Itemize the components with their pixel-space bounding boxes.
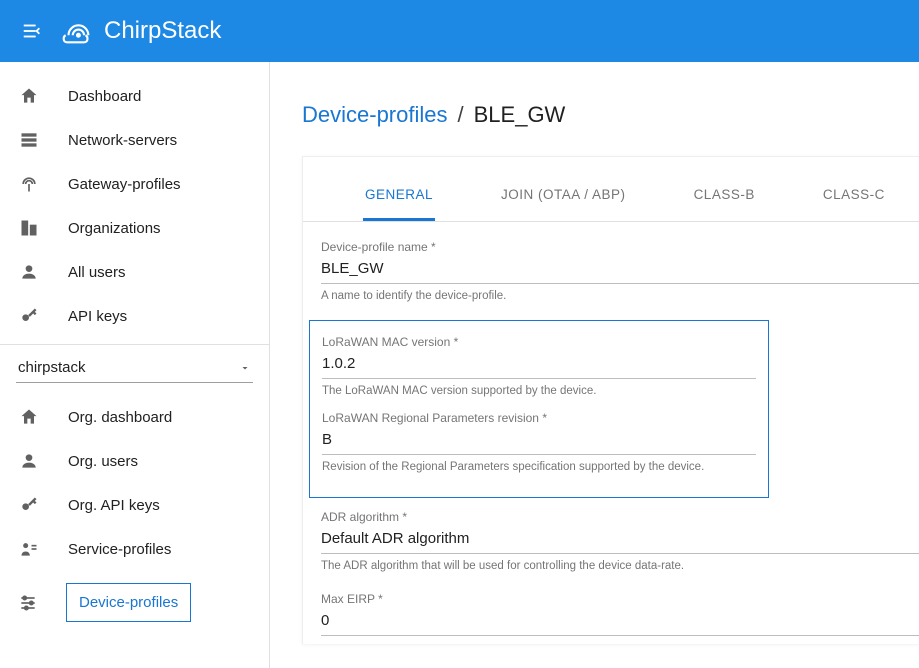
sidebar-item-label: Org. users	[68, 453, 138, 470]
tab-general[interactable]: GENERAL	[363, 179, 435, 221]
sidebar-item-label: Dashboard	[68, 88, 141, 105]
key-icon	[18, 306, 40, 326]
antenna-icon	[18, 174, 40, 194]
device-profile-name-input[interactable]: BLE_GW	[321, 260, 919, 284]
highlighted-region: LoRaWAN MAC version * 1.0.2 The LoRaWAN …	[309, 320, 769, 498]
sidebar-row-device-profiles: Device-profiles	[0, 571, 269, 622]
breadcrumb-parent[interactable]: Device-profiles	[302, 102, 448, 128]
key-icon	[18, 495, 40, 515]
sidebar-item-label: All users	[68, 264, 126, 281]
max-eirp-input[interactable]: 0	[321, 612, 919, 636]
tab-class-b[interactable]: CLASS-B	[692, 179, 757, 221]
field-help: The ADR algorithm that will be used for …	[321, 560, 919, 572]
home-icon	[18, 407, 40, 427]
sidebar-item-org-dashboard[interactable]: Org. dashboard	[0, 395, 269, 439]
sidebar-item-organizations[interactable]: Organizations	[0, 206, 269, 250]
main-content: Device-profiles / BLE_GW GENERAL JOIN (O…	[270, 62, 919, 668]
sidebar-item-label: Service-profiles	[68, 541, 171, 558]
tab-class-c[interactable]: CLASS-C	[821, 179, 887, 221]
org-icon	[18, 218, 40, 238]
sidebar-item-label: Org. dashboard	[68, 409, 172, 426]
user-icon	[18, 262, 40, 282]
sidebar-item-dashboard[interactable]: Dashboard	[0, 74, 269, 118]
sidebar-item-label: API keys	[68, 308, 127, 325]
mac-version-select[interactable]: 1.0.2	[322, 355, 756, 379]
field-regional-revision: LoRaWAN Regional Parameters revision * B…	[322, 411, 756, 481]
field-adr-algorithm: ADR algorithm * Default ADR algorithm Th…	[321, 510, 919, 580]
org-selector[interactable]: chirpstack	[16, 353, 253, 383]
sidebar-item-label: Org. API keys	[68, 497, 160, 514]
field-help: The LoRaWAN MAC version supported by the…	[322, 385, 756, 397]
regional-revision-select[interactable]: B	[322, 431, 756, 455]
sidebar-item-network-servers[interactable]: Network-servers	[0, 118, 269, 162]
sidebar-item-label: Device-profiles	[79, 594, 178, 611]
sidebar-item-label: Network-servers	[68, 132, 177, 149]
breadcrumb: Device-profiles / BLE_GW	[302, 102, 919, 128]
sidebar-item-gateway-profiles[interactable]: Gateway-profiles	[0, 162, 269, 206]
sidebar-toggle-icon[interactable]	[20, 19, 44, 43]
adr-algorithm-select[interactable]: Default ADR algorithm	[321, 530, 919, 554]
tune-icon	[18, 593, 38, 613]
app-logo: ChirpStack	[60, 14, 221, 48]
field-help: Revision of the Regional Parameters spec…	[322, 461, 756, 473]
breadcrumb-current: BLE_GW	[474, 102, 566, 128]
device-profile-form: Device-profile name * BLE_GW A name to i…	[303, 222, 919, 644]
sidebar-item-all-users[interactable]: All users	[0, 250, 269, 294]
form-card: GENERAL JOIN (OTAA / ABP) CLASS-B CLASS-…	[302, 156, 919, 644]
user-icon	[18, 451, 40, 471]
field-label: LoRaWAN MAC version *	[322, 335, 756, 349]
sidebar-item-label: Gateway-profiles	[68, 176, 181, 193]
sidebar-item-label: Organizations	[68, 220, 161, 237]
org-selector-value: chirpstack	[18, 359, 86, 376]
field-device-profile-name: Device-profile name * BLE_GW A name to i…	[321, 240, 919, 310]
field-label: Device-profile name *	[321, 240, 919, 254]
chevron-down-icon	[239, 362, 251, 374]
sidebar-item-org-users[interactable]: Org. users	[0, 439, 269, 483]
sidebar: Dashboard Network-servers Gateway-profil…	[0, 62, 270, 668]
field-label: LoRaWAN Regional Parameters revision *	[322, 411, 756, 425]
breadcrumb-separator: /	[458, 102, 464, 128]
sidebar-item-service-profiles[interactable]: Service-profiles	[0, 527, 269, 571]
sidebar-item-device-profiles[interactable]: Device-profiles	[66, 583, 191, 622]
app-name: ChirpStack	[104, 17, 221, 45]
sidebar-item-api-keys[interactable]: API keys	[0, 294, 269, 338]
home-icon	[18, 86, 40, 106]
sidebar-item-org-api-keys[interactable]: Org. API keys	[0, 483, 269, 527]
sidebar-divider	[0, 344, 269, 345]
field-label: ADR algorithm *	[321, 510, 919, 524]
app-header: ChirpStack	[0, 0, 919, 62]
field-label: Max EIRP *	[321, 592, 919, 606]
field-max-eirp: Max EIRP * 0	[321, 592, 919, 644]
field-help: A name to identify the device-profile.	[321, 290, 919, 302]
service-icon	[18, 539, 40, 559]
field-mac-version: LoRaWAN MAC version * 1.0.2 The LoRaWAN …	[322, 335, 756, 405]
servers-icon	[18, 130, 40, 150]
tab-join[interactable]: JOIN (OTAA / ABP)	[499, 179, 628, 221]
tab-bar: GENERAL JOIN (OTAA / ABP) CLASS-B CLASS-…	[303, 167, 919, 222]
